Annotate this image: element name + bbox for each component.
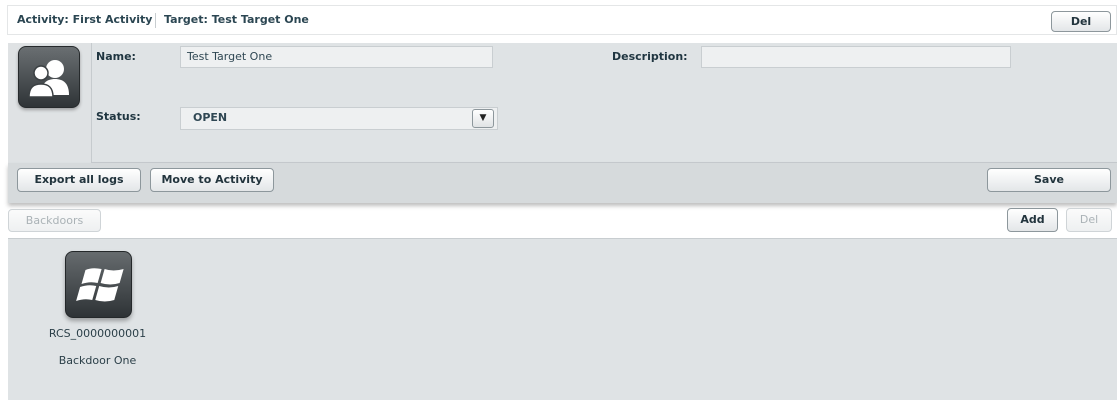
users-icon — [28, 60, 69, 98]
export-all-logs-button[interactable]: Export all logs — [17, 168, 141, 192]
tab-backdoors[interactable]: Backdoors — [8, 209, 101, 232]
delete-target-button[interactable]: Del — [1051, 11, 1111, 32]
windows-icon — [65, 251, 132, 318]
backdoor-list — [8, 238, 1117, 400]
backdoor-item[interactable]: RCS_0000000001 Backdoor One — [40, 247, 155, 377]
name-field[interactable]: Test Target One — [180, 46, 493, 68]
status-select[interactable]: OPEN — [180, 107, 498, 130]
description-field[interactable] — [701, 46, 1011, 68]
move-to-activity-button[interactable]: Move to Activity — [150, 168, 274, 192]
chevron-down-icon[interactable]: ▼ — [472, 109, 494, 128]
breadcrumb-target: Target: Test Target One — [164, 13, 309, 26]
save-button[interactable]: Save — [987, 168, 1111, 192]
add-backdoor-button[interactable]: Add — [1007, 208, 1058, 232]
backdoor-name: Backdoor One — [58, 354, 137, 367]
description-label: Description: — [612, 50, 688, 63]
delete-backdoor-button[interactable]: Del — [1066, 208, 1112, 232]
breadcrumb-separator — [155, 13, 156, 28]
status-value: OPEN — [193, 111, 228, 124]
backdoor-id: RCS_0000000001 — [48, 327, 147, 340]
breadcrumb-activity[interactable]: Activity: First Activity — [17, 5, 152, 35]
target-avatar-icon — [18, 46, 80, 108]
status-label: Status: — [96, 110, 141, 123]
name-label: Name: — [96, 50, 136, 63]
windows-logo — [76, 268, 124, 302]
